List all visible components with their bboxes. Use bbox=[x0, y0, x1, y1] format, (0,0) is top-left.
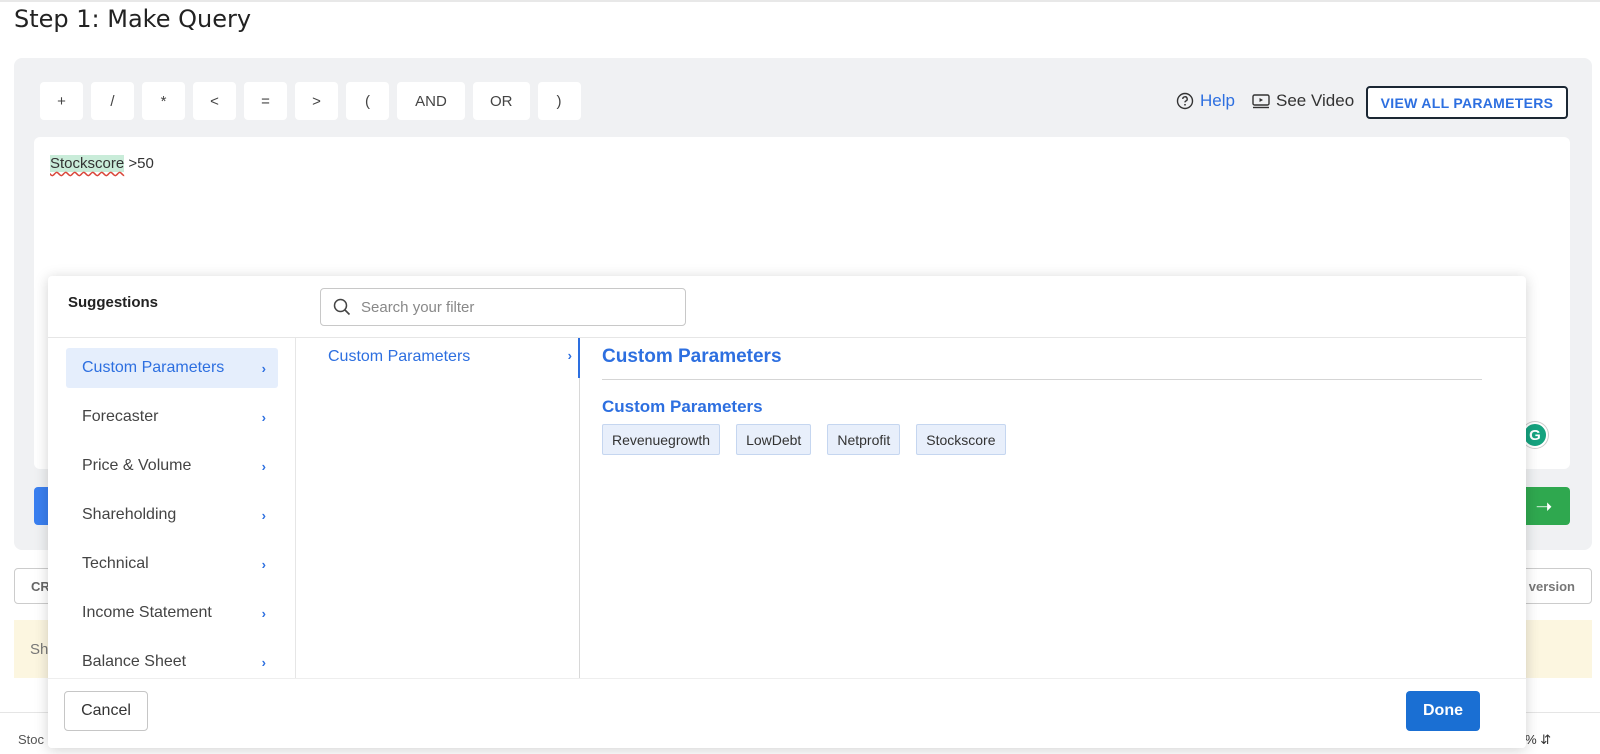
parameter-chip[interactable]: LowDebt bbox=[736, 424, 812, 455]
operator-equals-button[interactable]: = bbox=[244, 82, 287, 120]
parameter-group-title: Custom Parameters bbox=[602, 397, 763, 416]
see-video-label: See Video bbox=[1276, 91, 1355, 110]
chevron-right-icon: › bbox=[261, 409, 266, 425]
active-indicator bbox=[578, 338, 580, 378]
category-item-price-volume[interactable]: Price & Volume › bbox=[66, 446, 278, 486]
category-item-shareholding[interactable]: Shareholding › bbox=[66, 495, 278, 535]
chevron-right-icon: › bbox=[261, 556, 266, 572]
operator-toolbar: + / * < = > ( AND OR ) bbox=[40, 82, 581, 120]
category-item-forecaster[interactable]: Forecaster › bbox=[66, 397, 278, 437]
help-label: Help bbox=[1200, 91, 1235, 110]
chevron-right-icon: › bbox=[261, 654, 266, 670]
category-list: Custom Parameters › Forecaster › Price & V… bbox=[48, 338, 296, 678]
done-button[interactable]: Done bbox=[1406, 691, 1480, 731]
operator-open-paren-button[interactable]: ( bbox=[346, 82, 389, 120]
operator-less-than-button[interactable]: < bbox=[193, 82, 236, 120]
operator-close-paren-button[interactable]: ) bbox=[537, 82, 581, 120]
question-circle-icon bbox=[1176, 92, 1194, 110]
operator-plus-button[interactable]: + bbox=[40, 82, 83, 120]
subcategory-item-custom-parameters[interactable]: Custom Parameters › bbox=[328, 348, 572, 366]
operator-greater-than-button[interactable]: > bbox=[295, 82, 338, 120]
page-title: Step 1: Make Query bbox=[14, 5, 252, 33]
chevron-right-icon: › bbox=[261, 507, 266, 523]
parameter-panel-title: Custom Parameters bbox=[602, 346, 782, 367]
help-link[interactable]: Help bbox=[1176, 91, 1235, 111]
parameter-chip[interactable]: Netprofit bbox=[827, 424, 901, 455]
operator-divide-button[interactable]: / bbox=[91, 82, 134, 120]
category-item-balance-sheet[interactable]: Balance Sheet › bbox=[66, 642, 278, 682]
search-box[interactable] bbox=[320, 288, 686, 326]
see-video-link[interactable]: See Video bbox=[1252, 91, 1354, 111]
parameter-chip[interactable]: Revenuegrowth bbox=[602, 424, 721, 455]
video-icon bbox=[1252, 94, 1270, 109]
operator-or-button[interactable]: OR bbox=[473, 82, 530, 120]
chevron-right-icon: › bbox=[261, 605, 266, 621]
query-text[interactable]: Stockscore >50 bbox=[50, 155, 154, 172]
suggestions-footer: Cancel Done bbox=[48, 678, 1526, 748]
chevron-right-icon: › bbox=[567, 348, 572, 363]
table-header-stock[interactable]: Stoc bbox=[18, 732, 44, 747]
operator-and-button[interactable]: AND bbox=[397, 82, 465, 120]
top-divider bbox=[0, 0, 1600, 2]
parameter-chip[interactable]: Stockscore bbox=[916, 424, 1006, 455]
view-all-parameters-button[interactable]: VIEW ALL PARAMETERS bbox=[1366, 86, 1568, 119]
suggestions-title: Suggestions bbox=[68, 294, 159, 311]
category-item-custom-parameters[interactable]: Custom Parameters › bbox=[66, 348, 278, 388]
category-item-income-statement[interactable]: Income Statement › bbox=[66, 593, 278, 633]
suggestions-popup: Suggestions Custom Parameters› Forecaste… bbox=[48, 276, 1526, 748]
search-icon bbox=[333, 298, 351, 316]
operator-multiply-button[interactable]: * bbox=[142, 82, 185, 120]
parameter-chips: Revenuegrowth LowDebt Netprofit Stocksco… bbox=[602, 424, 1006, 455]
chevron-right-icon: › bbox=[261, 360, 266, 376]
search-input[interactable] bbox=[361, 298, 661, 316]
arrow-right-icon: ➝ bbox=[1535, 495, 1553, 518]
query-parameter-token: Stockscore bbox=[50, 155, 125, 172]
category-item-technical[interactable]: Technical › bbox=[66, 544, 278, 584]
subcategory-list: Custom Parameters › bbox=[296, 338, 580, 678]
cancel-button[interactable]: Cancel bbox=[64, 691, 148, 731]
query-condition: >50 bbox=[124, 155, 154, 172]
sort-icon[interactable]: ⇵ bbox=[1540, 732, 1551, 747]
parameter-panel-divider bbox=[602, 379, 1482, 380]
chevron-right-icon: › bbox=[261, 458, 266, 474]
